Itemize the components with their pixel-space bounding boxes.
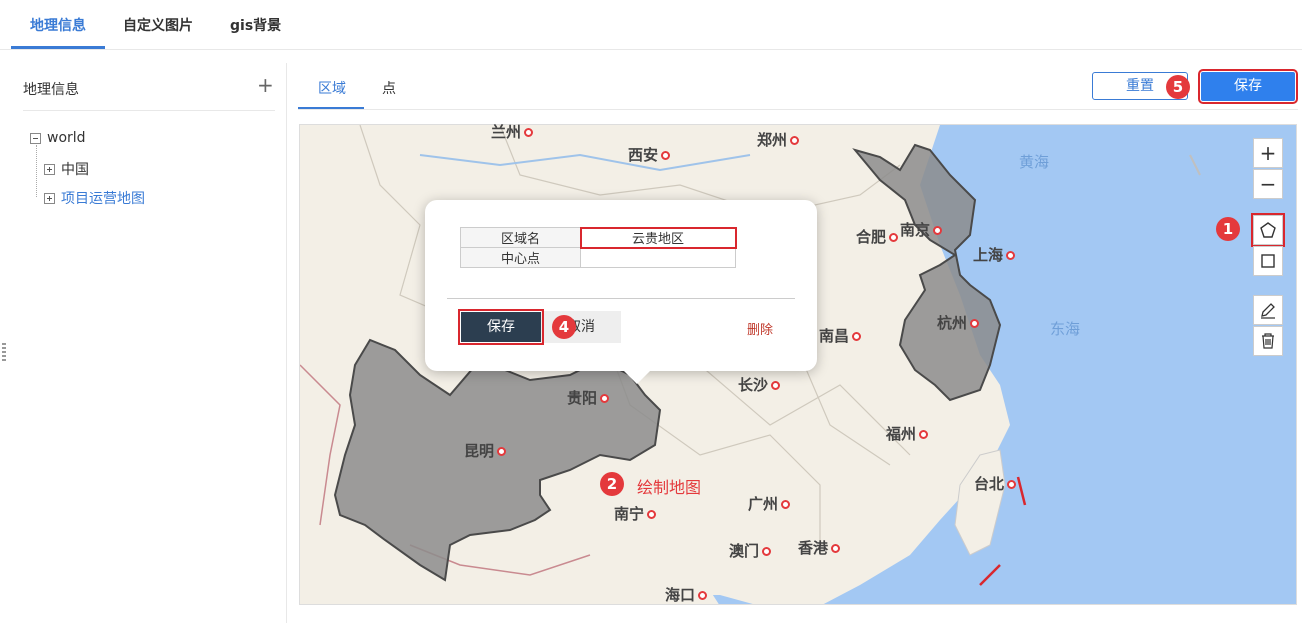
- expand-icon[interactable]: [44, 192, 55, 204]
- city-label-guangzhou: 广州: [748, 493, 791, 514]
- city-label-shanghai: 上海: [973, 244, 1016, 265]
- city-label-hangzhou: 杭州: [937, 312, 980, 333]
- left-divider: [23, 110, 275, 111]
- city-marker-icon: [647, 510, 657, 519]
- city-label-zhengzhou: 郑州: [757, 129, 800, 150]
- sea-label-yellow-sea: 黄海: [1019, 153, 1050, 171]
- city-label-haikou: 海口: [665, 584, 708, 605]
- city-label-taipei: 台北: [974, 473, 1017, 494]
- tab-region[interactable]: 区域: [318, 78, 346, 98]
- active-tab-indicator: [11, 46, 105, 49]
- sub-tab-divider: [298, 109, 1298, 110]
- tree-guide-line: [36, 145, 37, 197]
- city-label-nanjing: 南京: [900, 219, 943, 240]
- tree-node-project-map[interactable]: 项目运营地图: [44, 188, 145, 208]
- tree-node-china[interactable]: 中国: [44, 159, 89, 179]
- step-badge-5: 5: [1166, 75, 1190, 99]
- active-subtab-indicator: [298, 107, 364, 109]
- tree-node-world[interactable]: world: [30, 130, 86, 146]
- expand-icon[interactable]: [44, 163, 55, 175]
- center-point-field[interactable]: [580, 247, 736, 268]
- city-marker-icon: [600, 394, 610, 403]
- city-marker-icon: [762, 547, 772, 556]
- city-label-fuzhou: 福州: [886, 423, 929, 444]
- city-marker-icon: [970, 319, 980, 328]
- panel-resize-handle[interactable]: [2, 343, 6, 361]
- zoom-out-icon[interactable]: −: [1253, 169, 1283, 199]
- tree-node-label: world: [47, 130, 86, 146]
- city-label-guiyang: 贵阳: [567, 387, 610, 408]
- zoom-in-icon[interactable]: +: [1253, 138, 1283, 168]
- left-panel: 地理信息 + world 中国 项目运营地图: [11, 63, 287, 623]
- region-name-label: 区域名: [460, 227, 581, 248]
- tab-gis-background[interactable]: gis背景: [230, 0, 281, 50]
- add-icon[interactable]: +: [257, 73, 274, 97]
- edit-icon[interactable]: [1253, 295, 1283, 325]
- city-marker-icon: [1007, 480, 1017, 489]
- city-label-hefei: 合肥: [856, 226, 899, 247]
- step-badge-4: 4: [552, 315, 576, 339]
- draw-map-annotation: 绘制地图: [637, 478, 702, 497]
- city-marker-icon: [831, 544, 841, 553]
- city-label-macau: 澳门: [729, 540, 772, 561]
- region-form-table: 区域名 云贵地区 中心点: [460, 226, 737, 268]
- city-label-xian: 西安: [628, 144, 671, 165]
- region-name-field[interactable]: 云贵地区: [579, 226, 737, 249]
- city-marker-icon: [933, 226, 943, 235]
- city-marker-icon: [1006, 251, 1016, 260]
- city-label-changsha: 长沙: [738, 374, 781, 395]
- city-label-nanning: 南宁: [614, 503, 657, 524]
- rectangle-draw-icon[interactable]: [1253, 246, 1283, 276]
- city-marker-icon: [524, 128, 534, 137]
- popup-arrow: [623, 370, 651, 384]
- city-marker-icon: [497, 447, 507, 456]
- popup-delete-link[interactable]: 删除: [747, 319, 773, 338]
- polygon-draw-icon[interactable]: [1251, 213, 1285, 247]
- city-marker-icon: [661, 151, 671, 160]
- popup-divider: [447, 298, 795, 299]
- city-marker-icon: [771, 381, 781, 390]
- region-edit-popup: 区域名 云贵地区 中心点 取消 保存 删除: [425, 200, 817, 384]
- collapse-icon[interactable]: [30, 132, 41, 144]
- city-label-nanchang: 南昌: [819, 325, 862, 346]
- tree-node-label: 中国: [61, 162, 89, 178]
- tab-custom-image[interactable]: 自定义图片: [123, 0, 193, 50]
- left-panel-title: 地理信息: [23, 82, 79, 98]
- tree-node-label: 项目运营地图: [61, 191, 145, 207]
- city-marker-icon: [790, 136, 800, 145]
- top-tab-bar: 地理信息 自定义图片 gis背景: [0, 0, 1302, 50]
- city-label-lanzhou: 兰州: [491, 121, 534, 142]
- tab-point[interactable]: 点: [382, 78, 396, 98]
- city-marker-icon: [698, 591, 708, 600]
- trash-icon[interactable]: [1253, 326, 1283, 356]
- popup-save-button[interactable]: 保存: [458, 309, 544, 345]
- step-badge-2: 2: [600, 472, 624, 496]
- step-badge-1: 1: [1216, 217, 1240, 241]
- tab-geo-info[interactable]: 地理信息: [30, 0, 86, 50]
- sea-label-east-sea: 东海: [1050, 320, 1081, 338]
- city-marker-icon: [889, 233, 899, 242]
- city-label-hongkong: 香港: [798, 537, 841, 558]
- city-marker-icon: [781, 500, 791, 509]
- center-point-label: 中心点: [460, 247, 581, 268]
- city-marker-icon: [919, 430, 929, 439]
- save-button[interactable]: 保存: [1198, 69, 1298, 104]
- city-label-kunming: 昆明: [464, 440, 507, 461]
- city-marker-icon: [852, 332, 862, 341]
